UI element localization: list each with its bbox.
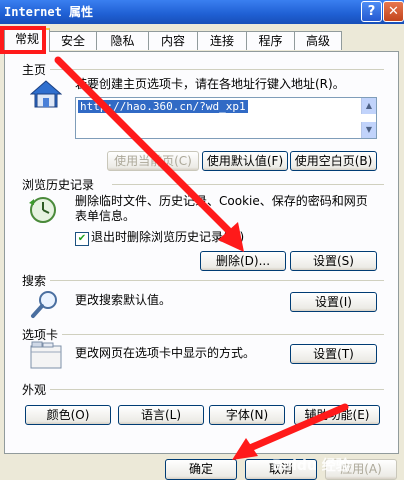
accessibility-button[interactable]: 辅助功能(E) <box>294 405 380 425</box>
scroll-down-icon[interactable]: ▼ <box>361 122 376 138</box>
fonts-button[interactable]: 字体(N) <box>209 405 285 425</box>
use-default-button[interactable]: 使用默认值(F) <box>202 151 288 171</box>
search-settings-button[interactable]: 设置(I) <box>290 292 377 312</box>
use-current-button[interactable]: 使用当前页(C) <box>107 151 199 171</box>
divider <box>50 69 384 70</box>
tab-content[interactable]: 内容 <box>148 31 198 50</box>
delete-on-exit-checkbox[interactable]: ✔ <box>75 232 89 246</box>
divider <box>50 389 384 390</box>
tabs-settings-button[interactable]: 设置(T) <box>290 344 377 364</box>
divider <box>50 280 384 281</box>
tab-strip: 常规 安全 隐私 内容 连接 程序 高级 <box>0 28 404 52</box>
history-clock-icon <box>28 195 62 228</box>
search-description: 更改搜索默认值。 <box>75 293 172 307</box>
delete-on-exit-label: 退出时删除浏览历史记录(W) <box>91 230 245 244</box>
history-description: 删除临时文件、历史记录、Cookie、保存的密码和网页表单信息。 <box>75 194 368 223</box>
close-button[interactable]: ✕ <box>383 1 404 22</box>
tab-programs[interactable]: 程序 <box>246 31 295 50</box>
home-description: 若要创建主页选项卡，请在各地址行键入地址(R)。 <box>75 77 345 91</box>
use-blank-button[interactable]: 使用空白页(B) <box>290 151 377 171</box>
title-bar: Internet 属性 ? ✕ <box>0 0 404 24</box>
home-url-field[interactable]: http://hao.360.cn/?wd_xp1 ▲ ▼ <box>75 97 377 139</box>
tabs-description: 更改网页在选项卡中显示的方式。 <box>75 346 256 360</box>
help-button[interactable]: ? <box>361 1 382 22</box>
tab-connections[interactable]: 连接 <box>197 31 247 50</box>
tab-privacy[interactable]: 隐私 <box>96 31 149 50</box>
history-settings-button[interactable]: 设置(S) <box>290 251 377 271</box>
languages-button[interactable]: 语言(L) <box>118 405 204 425</box>
tab-security[interactable]: 安全 <box>49 31 97 50</box>
home-icon <box>29 80 63 111</box>
tab-advanced[interactable]: 高级 <box>294 31 342 50</box>
home-url-value: http://hao.360.cn/?wd_xp1 <box>78 100 248 113</box>
watermark-text: Baidu 经验 <box>272 458 350 474</box>
scroll-up-icon[interactable]: ▲ <box>361 98 376 114</box>
tabbed-window-icon <box>30 341 62 372</box>
magnifier-icon <box>30 289 60 322</box>
section-title-history: 浏览历史记录 <box>22 178 95 192</box>
colors-button[interactable]: 颜色(O) <box>25 405 111 425</box>
window-title: Internet 属性 <box>4 5 94 19</box>
divider <box>112 184 384 185</box>
delete-history-button[interactable]: 删除(D)... <box>200 251 286 271</box>
ok-button[interactable]: 确定 <box>165 459 237 480</box>
section-title-home: 主页 <box>22 63 47 77</box>
section-title-search: 搜索 <box>22 274 47 288</box>
section-title-appearance: 外观 <box>22 383 47 397</box>
divider <box>62 334 384 335</box>
tab-highlight-box <box>0 26 46 54</box>
